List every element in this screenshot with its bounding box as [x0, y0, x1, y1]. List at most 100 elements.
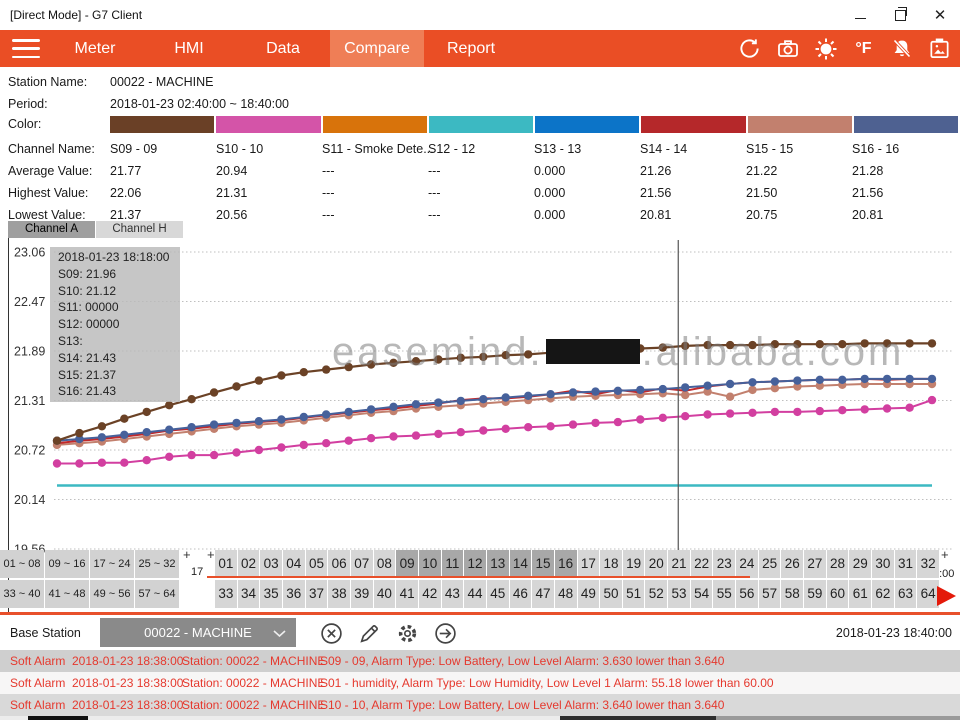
fahrenheit-icon[interactable]: °F	[851, 36, 876, 61]
page-cell-07[interactable]: 07	[351, 550, 373, 578]
page-cell-01[interactable]: 01	[215, 550, 237, 578]
cancel-alarm-button[interactable]	[318, 620, 344, 646]
minimize-button[interactable]	[840, 0, 880, 30]
tab-channel-a[interactable]: Channel A	[8, 221, 95, 238]
nav-item-hmi[interactable]: HMI	[142, 30, 236, 67]
page-cell-34[interactable]: 34	[238, 580, 260, 608]
page-cell-54[interactable]: 54	[691, 580, 713, 608]
page-cell-03[interactable]: 03	[260, 550, 282, 578]
edit-pencil-button[interactable]	[356, 620, 382, 646]
range-tab[interactable]: 25 ~ 32	[135, 550, 179, 578]
page-cell-58[interactable]: 58	[781, 580, 803, 608]
page-cell-52[interactable]: 52	[645, 580, 667, 608]
page-cell-51[interactable]: 51	[623, 580, 645, 608]
page-cell-14[interactable]: 14	[510, 550, 532, 578]
page-cell-31[interactable]: 31	[895, 550, 917, 578]
range-tab[interactable]: 41 ~ 48	[45, 580, 89, 608]
page-cell-63[interactable]: 63	[895, 580, 917, 608]
page-cell-11[interactable]: 11	[442, 550, 464, 578]
range-tab[interactable]: 57 ~ 64	[135, 580, 179, 608]
page-cell-39[interactable]: 39	[351, 580, 373, 608]
sync-icon[interactable]	[737, 36, 762, 61]
page-cell-61[interactable]: 61	[849, 580, 871, 608]
page-cell-28[interactable]: 28	[827, 550, 849, 578]
page-cell-36[interactable]: 36	[283, 580, 305, 608]
bell-off-icon[interactable]	[889, 36, 914, 61]
page-cell-20[interactable]: 20	[645, 550, 667, 578]
zoom-in-axis-right[interactable]: +	[941, 547, 949, 562]
page-cell-41[interactable]: 41	[396, 580, 418, 608]
page-cell-23[interactable]: 23	[713, 550, 735, 578]
settings-gear-button[interactable]	[394, 620, 420, 646]
hamburger-menu-icon[interactable]	[12, 39, 40, 58]
page-cell-33[interactable]: 33	[215, 580, 237, 608]
zoom-in-axis-left2[interactable]: +	[207, 547, 215, 562]
go-export-button[interactable]	[432, 620, 458, 646]
base-station-select[interactable]: 00022 - MACHINE	[100, 618, 296, 647]
row-label: Average Value:	[8, 160, 110, 182]
page-cell-10[interactable]: 10	[419, 550, 441, 578]
range-tab[interactable]: 49 ~ 56	[90, 580, 134, 608]
page-cell-16[interactable]: 16	[555, 550, 577, 578]
range-tab[interactable]: 09 ~ 16	[45, 550, 89, 578]
page-cell-59[interactable]: 59	[804, 580, 826, 608]
page-cell-24[interactable]: 24	[736, 550, 758, 578]
page-cell-35[interactable]: 35	[260, 580, 282, 608]
page-cell-04[interactable]: 04	[283, 550, 305, 578]
page-cell-44[interactable]: 44	[464, 580, 486, 608]
close-button[interactable]: ✕	[920, 0, 960, 30]
page-cell-13[interactable]: 13	[487, 550, 509, 578]
tab-channel-h[interactable]: Channel H	[96, 221, 183, 238]
restore-button[interactable]	[880, 0, 920, 30]
page-cell-50[interactable]: 50	[600, 580, 622, 608]
page-cell-49[interactable]: 49	[578, 580, 600, 608]
page-cell-47[interactable]: 47	[532, 580, 554, 608]
range-tab[interactable]: 17 ~ 24	[90, 550, 134, 578]
page-cell-53[interactable]: 53	[668, 580, 690, 608]
page-cell-43[interactable]: 43	[442, 580, 464, 608]
page-cell-26[interactable]: 26	[781, 550, 803, 578]
page-cell-02[interactable]: 02	[238, 550, 260, 578]
page-cell-40[interactable]: 40	[374, 580, 396, 608]
camera-icon[interactable]	[775, 36, 800, 61]
page-cell-29[interactable]: 29	[849, 550, 871, 578]
page-cell-22[interactable]: 22	[691, 550, 713, 578]
page-cell-57[interactable]: 57	[759, 580, 781, 608]
page-cell-30[interactable]: 30	[872, 550, 894, 578]
zoom-in-axis-left[interactable]: +	[183, 547, 191, 562]
page-cell-37[interactable]: 37	[306, 580, 328, 608]
nav-item-report[interactable]: Report	[424, 30, 518, 67]
screenshot-image-icon[interactable]	[927, 36, 952, 61]
page-cell-09[interactable]: 09	[396, 550, 418, 578]
page-cell-05[interactable]: 05	[306, 550, 328, 578]
page-cell-46[interactable]: 46	[510, 580, 532, 608]
page-cell-45[interactable]: 45	[487, 580, 509, 608]
page-cell-08[interactable]: 08	[374, 550, 396, 578]
range-tab[interactable]: 01 ~ 08	[0, 550, 44, 578]
page-cell-12[interactable]: 12	[464, 550, 486, 578]
range-tab[interactable]: 33 ~ 40	[0, 580, 44, 608]
page-cell-48[interactable]: 48	[555, 580, 577, 608]
page-cell-60[interactable]: 60	[827, 580, 849, 608]
page-cell-17[interactable]: 17	[578, 550, 600, 578]
nav-item-data[interactable]: Data	[236, 30, 330, 67]
nav-item-compare[interactable]: Compare	[330, 30, 424, 67]
page-cell-42[interactable]: 42	[419, 580, 441, 608]
page-cell-21[interactable]: 21	[668, 550, 690, 578]
page-cell-55[interactable]: 55	[713, 580, 735, 608]
page-cell-19[interactable]: 19	[623, 550, 645, 578]
page-cell-62[interactable]: 62	[872, 580, 894, 608]
page-cell-18[interactable]: 18	[600, 550, 622, 578]
page-cell-32[interactable]: 32	[917, 550, 939, 578]
page-cell-15[interactable]: 15	[532, 550, 554, 578]
page-cell-27[interactable]: 27	[804, 550, 826, 578]
nav-item-meter[interactable]: Meter	[48, 30, 142, 67]
page-cell-25[interactable]: 25	[759, 550, 781, 578]
page-cell-38[interactable]: 38	[328, 580, 350, 608]
brightness-icon[interactable]	[813, 36, 838, 61]
next-page-arrow[interactable]	[937, 586, 956, 606]
page-cell-06[interactable]: 06	[328, 550, 350, 578]
page-cell-64[interactable]: 64	[917, 580, 939, 608]
data-point-S16	[187, 423, 195, 431]
page-cell-56[interactable]: 56	[736, 580, 758, 608]
